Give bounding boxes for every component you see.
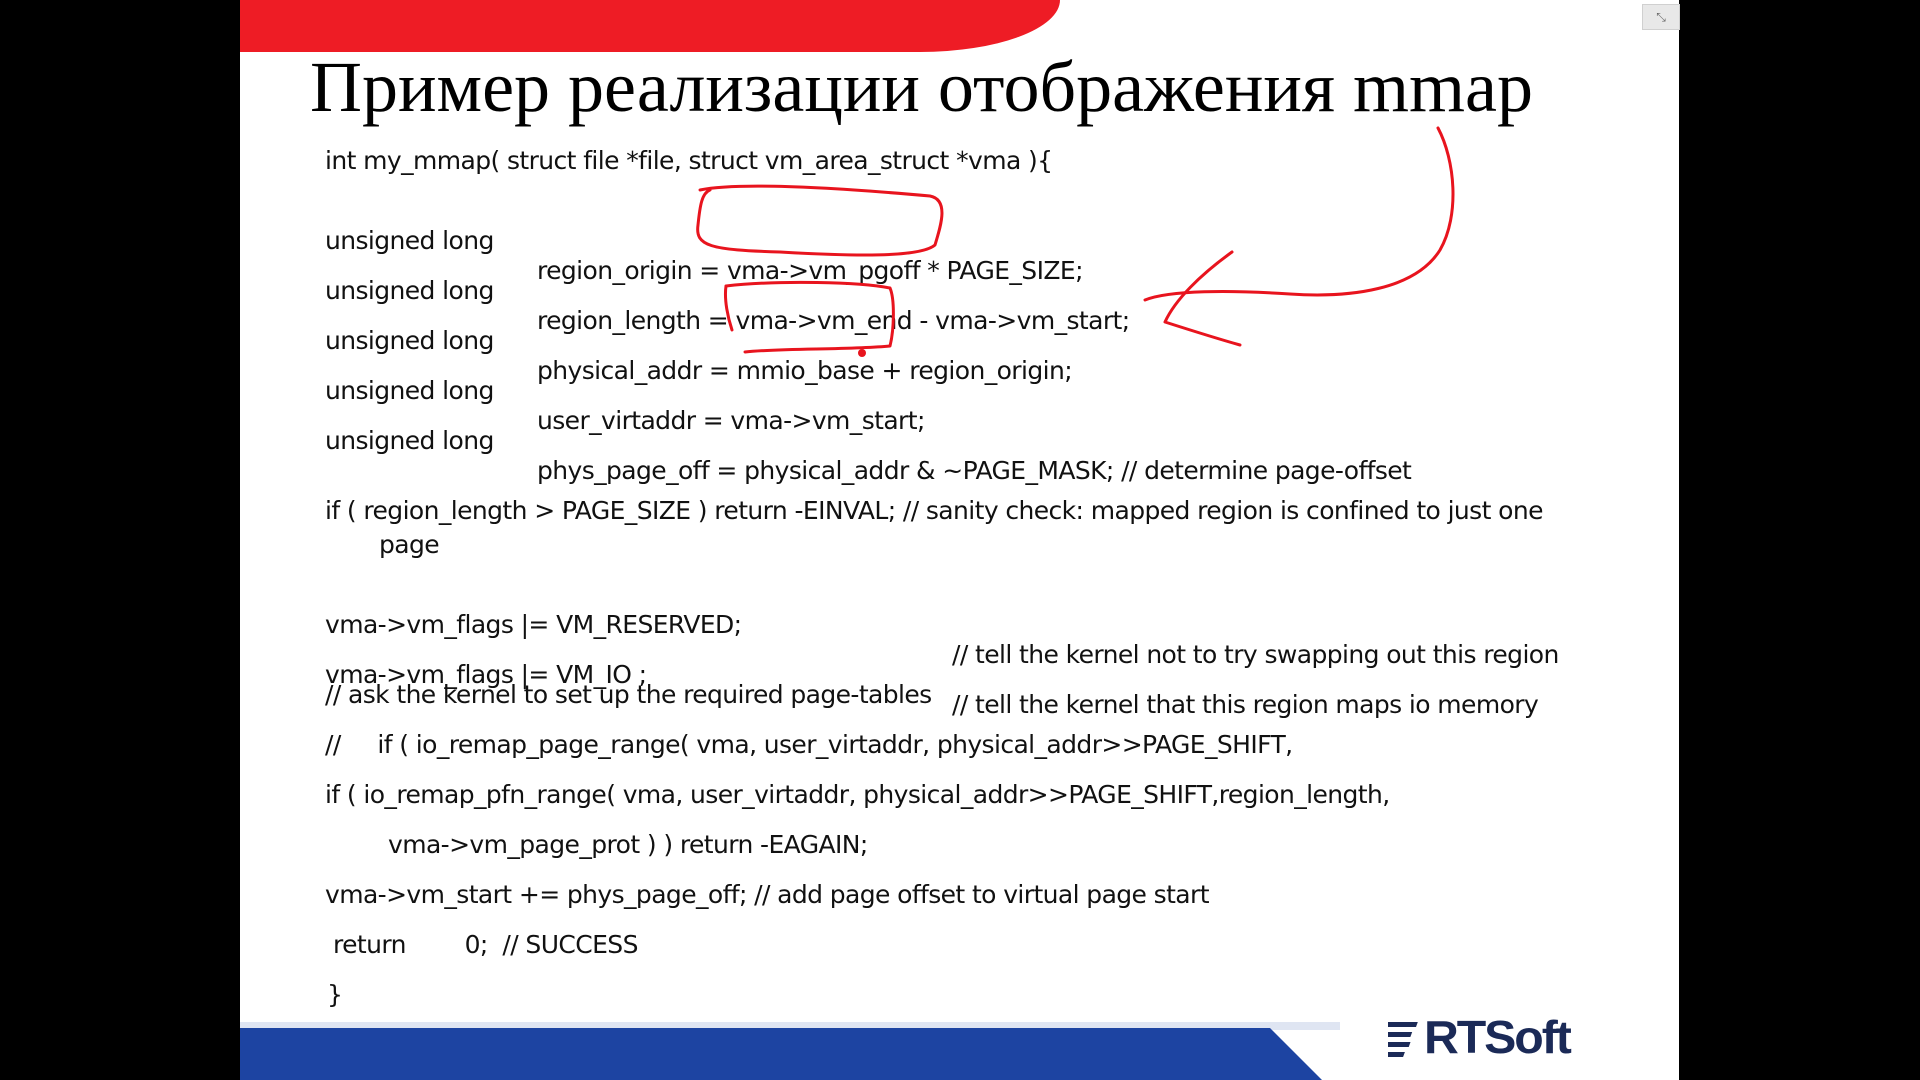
close-icon[interactable]: ⤡ [1642,4,1680,30]
screen: Пример реализации отображения mmap int m… [0,0,1920,1080]
logo-mark-icon [1375,1022,1418,1057]
code-remap-call: if ( io_remap_pfn_range( vma, user_virta… [325,780,1390,809]
top-red-band [240,0,1060,52]
code-return: return 0; // SUCCESS [333,930,638,959]
code-closing-brace: } [327,980,343,1009]
code-comment: // tell the kernel that this region maps… [952,690,1539,719]
code-commented-remap: // if ( io_remap_page_range( vma, user_v… [325,730,1293,759]
code-statement: phys_page_off = physical_addr & ~PAGE_MA… [537,456,1412,485]
code-function-header: int my_mmap( struct file *file, struct v… [325,146,1053,175]
code-type: unsigned long [325,426,494,455]
presentation-slide: Пример реализации отображения mmap int m… [240,0,1679,1080]
code-remap-continuation: vma->vm_page_prot ) ) return -EAGAIN; [388,830,868,859]
code-sanity-check-continuation: page [379,530,440,559]
code-page-tables-comment: // ask the kernel to set up the required… [325,680,932,709]
rtsoft-logo: RTSoft [1375,1011,1608,1066]
logo-text: RTSoft [1424,1011,1572,1063]
slide-title: Пример реализации отображения mmap [310,47,1533,127]
code-vm-start: vma->vm_start += phys_page_off; // add p… [325,880,1210,909]
code-sanity-check: if ( region_length > PAGE_SIZE ) return … [325,496,1543,525]
